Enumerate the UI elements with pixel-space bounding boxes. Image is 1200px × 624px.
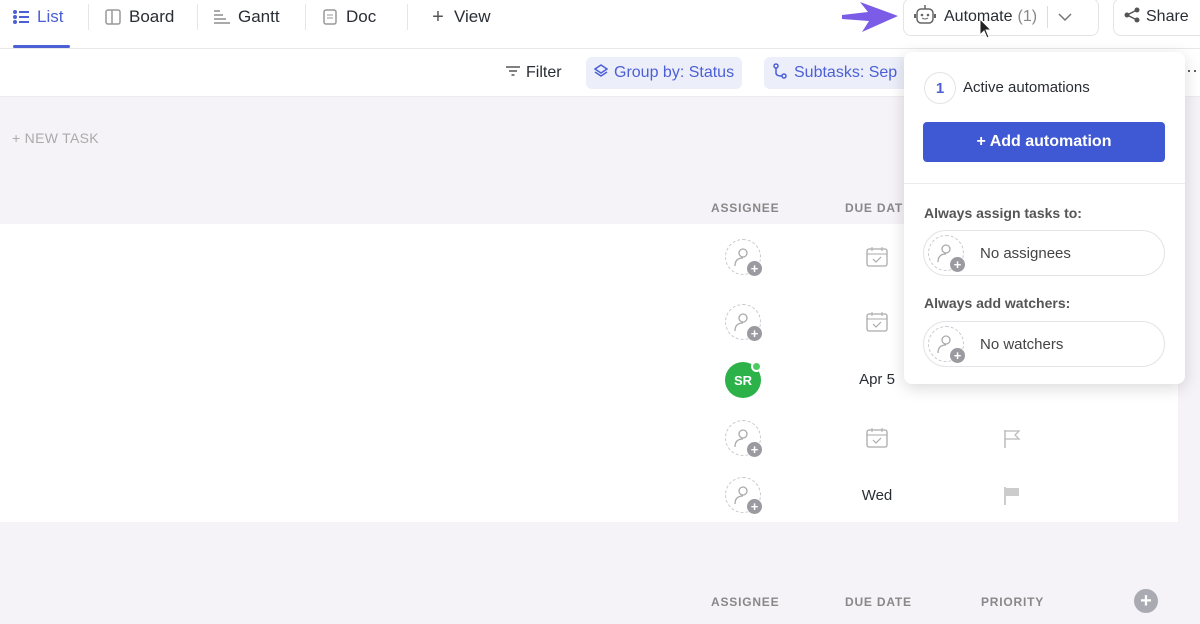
divider [904,183,1185,184]
tab-label: Doc [346,7,377,26]
popup-title: Active automations [963,79,1090,96]
watchers-field[interactable]: + No watchers [923,321,1165,367]
automations-popup: 1 Active automations + Add automation Al… [904,52,1185,384]
add-automation-button[interactable]: + Add automation [923,122,1165,162]
filter-icon [506,64,520,82]
robot-icon [914,4,936,30]
column-header-assignee[interactable]: ASSIGNEE [711,201,779,215]
group-by-label: Group by: Status [614,64,735,81]
watchers-label: Always add watchers: [924,295,1071,311]
filter-button[interactable]: Filter [498,57,570,89]
tab-doc[interactable]: Doc [322,0,376,34]
list-icon [13,9,29,25]
view-tabs: List Board Gantt Doc + View Automate (1)… [0,0,1200,49]
arrow-pointer-icon [842,2,898,32]
calendar-icon[interactable] [866,311,888,333]
add-assignee-icon: + [928,235,965,272]
automation-count-badge: 1 [924,72,956,104]
assignees-value: No assignees [980,244,1071,262]
add-assignee-button[interactable]: + [725,420,762,457]
automation-count: (1) [1017,8,1038,25]
tab-gantt[interactable]: Gantt [214,0,280,34]
automate-button[interactable]: Automate (1) [903,0,1099,36]
avatar-initials: SR [733,372,753,388]
filter-label: Filter [526,64,562,81]
layers-icon [593,63,609,83]
add-assignee-button[interactable]: + [725,239,762,276]
add-view-button[interactable]: + View [430,0,491,34]
gantt-icon [214,9,230,25]
avatar[interactable]: SR [725,361,762,398]
share-button[interactable]: Share [1113,0,1200,36]
tab-label: Gantt [238,7,280,26]
subtasks-icon [772,62,788,84]
subtasks-button[interactable]: Subtasks: Sep [764,57,914,89]
add-assignee-button[interactable]: + [725,477,762,514]
plus-icon: + [432,5,444,28]
chevron-down-icon[interactable] [1058,8,1072,26]
column-header-priority[interactable]: PRIORITY [981,595,1044,609]
table-row[interactable]: + [0,415,1178,473]
share-icon [1124,7,1140,28]
tab-board[interactable]: Board [105,0,174,34]
group-by-button[interactable]: Group by: Status [586,57,743,89]
doc-icon [322,9,338,25]
priority-flag-icon[interactable] [1004,429,1022,449]
calendar-icon[interactable] [866,427,888,449]
tab-label: Board [129,7,175,26]
priority-flag-icon[interactable] [1004,486,1022,506]
column-header-due-date[interactable]: DUE DAT [845,201,903,215]
assign-label: Always assign tasks to: [924,205,1082,221]
mouse-cursor-icon [979,18,993,39]
share-label: Share [1146,8,1189,25]
new-task-button[interactable]: + NEW TASK [12,130,99,146]
due-date[interactable]: Wed [837,487,917,504]
board-icon [105,9,121,25]
calendar-icon[interactable] [866,246,888,268]
add-watcher-icon: + [928,326,965,363]
table-row[interactable]: + Wed [0,472,1178,530]
tab-label: View [454,7,491,26]
add-column-button[interactable]: + [1134,589,1158,613]
assignees-field[interactable]: + No assignees [923,230,1165,276]
tab-label: List [37,7,64,26]
column-header-due-date[interactable]: DUE DATE [845,595,912,609]
column-header-assignee[interactable]: ASSIGNEE [711,595,779,609]
active-tab-indicator [13,45,70,48]
watchers-value: No watchers [980,335,1064,353]
more-options-icon[interactable]: ⋯ [1186,61,1200,82]
subtasks-label: Subtasks: Sep [794,64,898,81]
tab-list[interactable]: List [13,0,63,34]
add-assignee-button[interactable]: + [725,304,762,341]
